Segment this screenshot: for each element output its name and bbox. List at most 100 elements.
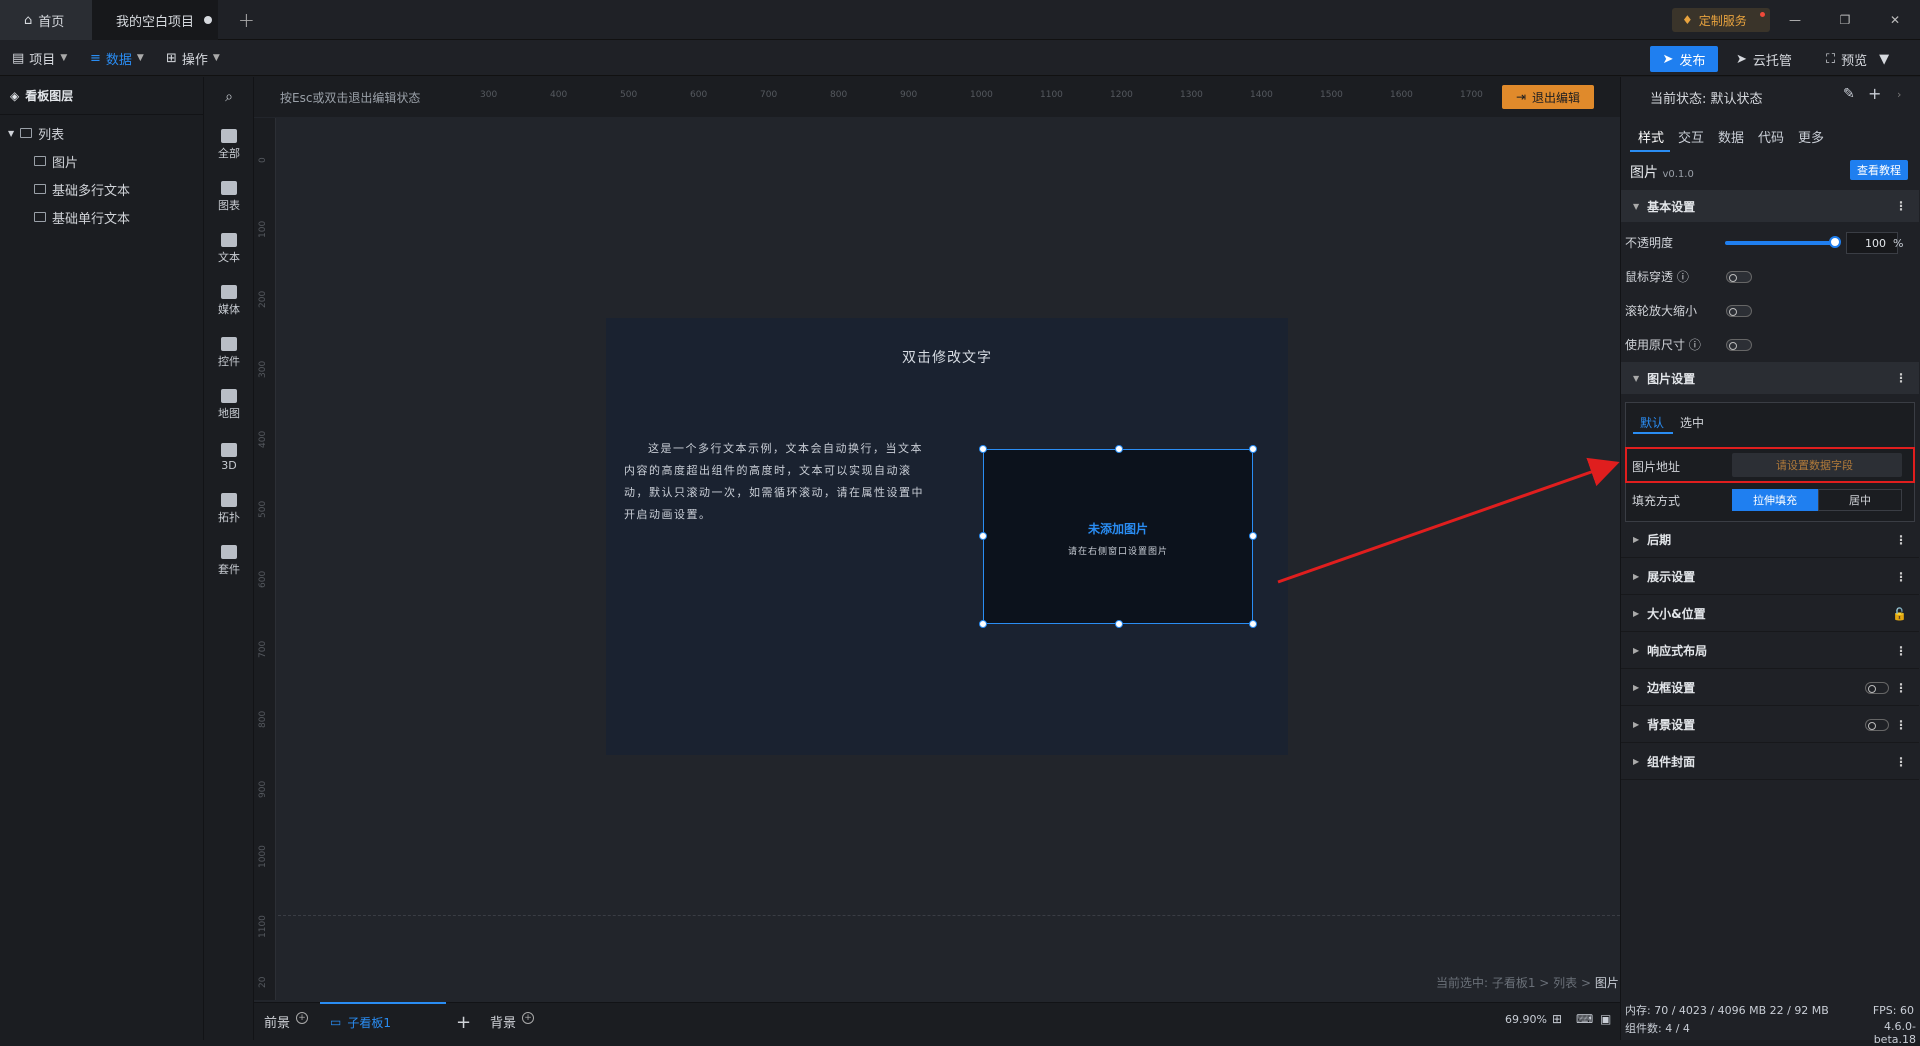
comp-media[interactable]: 媒体 xyxy=(204,277,254,325)
resize-handle[interactable] xyxy=(979,445,987,453)
cloud-hosting-button[interactable]: ➤ 云托管 xyxy=(1736,46,1792,72)
database-icon: ≡ xyxy=(90,50,101,66)
keyboard-icon[interactable]: ⌨ xyxy=(1576,1012,1593,1026)
resize-handle[interactable] xyxy=(1115,620,1123,628)
more-vertical-icon[interactable]: ⋮ xyxy=(1895,371,1907,385)
more-vertical-icon[interactable]: ⋮ xyxy=(1895,199,1907,213)
opacity-slider[interactable] xyxy=(1725,241,1835,245)
edit-icon[interactable]: ✎ xyxy=(1843,86,1855,102)
comp-control[interactable]: 控件 xyxy=(204,329,254,377)
help-icon[interactable]: ⓘ xyxy=(1677,270,1689,284)
resize-handle[interactable] xyxy=(979,620,987,628)
kit-icon xyxy=(221,545,237,559)
multi-line-text[interactable]: 这是一个多行文本示例，文本会自动换行，当文本内容的高度超出组件的高度时，文本可以… xyxy=(624,438,929,526)
add-circle-icon[interactable]: + xyxy=(296,1011,309,1024)
help-icon[interactable]: ⓘ xyxy=(1689,338,1701,352)
chevron-down-icon: ▼ xyxy=(60,53,68,63)
unsaved-dot-icon xyxy=(204,16,213,24)
comp-kit[interactable]: 套件 xyxy=(204,537,254,585)
section-display[interactable]: ▶ 展示设置 ⋮ xyxy=(1621,559,1919,595)
more-vertical-icon[interactable]: ⋮ xyxy=(1895,755,1907,769)
comp-chart[interactable]: 图表 xyxy=(204,173,254,221)
caret-right-icon: ▶ xyxy=(1633,720,1640,729)
chevron-right-icon[interactable]: › xyxy=(1897,88,1901,101)
close-icon[interactable]: ✕ xyxy=(1870,0,1920,40)
tab-style[interactable]: 样式 xyxy=(1638,127,1664,146)
caret-down-icon: ▼ xyxy=(1633,373,1640,383)
resize-handle[interactable] xyxy=(1115,445,1123,453)
menu-project[interactable]: ▤ 项目 ▼ xyxy=(12,48,67,68)
new-tab-button[interactable]: + xyxy=(238,0,255,40)
search-button[interactable]: ⌕ xyxy=(204,77,254,117)
tab-code[interactable]: 代码 xyxy=(1758,127,1784,146)
layer-item-singleline-text[interactable]: 基础单行文本 xyxy=(0,203,203,231)
fill-stretch-button[interactable]: 拉伸填充 xyxy=(1732,489,1818,511)
original-size-toggle[interactable] xyxy=(1726,339,1752,351)
lock-icon[interactable]: 🔓 xyxy=(1892,607,1907,621)
status-version: 4.6.0-beta.18 xyxy=(1873,1020,1916,1046)
zoom-level[interactable]: 69.90% xyxy=(1505,1013,1547,1026)
fit-screen-icon[interactable]: ⊞ xyxy=(1552,1012,1562,1026)
exit-edit-button[interactable]: ⇥ 退出编辑 xyxy=(1502,85,1594,109)
comp-all[interactable]: 全部 xyxy=(204,121,254,169)
terminal-icon[interactable]: ▣ xyxy=(1600,1012,1611,1026)
comp-map[interactable]: 地图 xyxy=(204,381,254,429)
fullscreen-icon: ⛶ xyxy=(1826,51,1836,67)
layer-item-multiline-text[interactable]: 基础多行文本 xyxy=(0,175,203,203)
restore-icon[interactable]: ❐ xyxy=(1820,0,1870,40)
tab-home[interactable]: ⌂ 首页 xyxy=(0,0,92,40)
add-state-icon[interactable]: + xyxy=(1868,84,1881,103)
mouse-through-toggle[interactable] xyxy=(1726,271,1752,283)
menu-operate[interactable]: ⊞ 操作 ▼ xyxy=(166,48,220,68)
add-board-button[interactable]: + xyxy=(456,1012,471,1033)
layer-item-image[interactable]: 图片 xyxy=(0,147,203,175)
minimize-icon[interactable]: — xyxy=(1770,0,1820,40)
custom-service-button[interactable]: ♦ 定制服务 xyxy=(1672,8,1770,32)
section-background[interactable]: ▶ 背景设置 ⋮ xyxy=(1621,707,1919,743)
resize-handle[interactable] xyxy=(1249,445,1257,453)
layer-item-list[interactable]: ▼ 列表 xyxy=(0,119,203,147)
tab-foreground[interactable]: 前景 + xyxy=(264,1011,309,1031)
menu-data[interactable]: ≡ 数据 ▼ xyxy=(90,48,144,68)
tab-project[interactable]: 我的空白项目 xyxy=(92,0,218,40)
more-vertical-icon[interactable]: ⋮ xyxy=(1895,570,1907,584)
more-vertical-icon[interactable]: ⋮ xyxy=(1895,533,1907,547)
section-size-position[interactable]: ▶ 大小&位置 🔓 xyxy=(1621,596,1919,632)
cube-icon xyxy=(221,442,237,457)
chevron-down-icon: ▼ xyxy=(212,53,220,63)
section-post[interactable]: ▶ 后期 ⋮ xyxy=(1621,522,1919,558)
tab-sub-board[interactable]: ▭ 子看板1 xyxy=(320,1002,446,1040)
section-image-settings[interactable]: ▼ 图片设置 ⋮ xyxy=(1621,362,1919,394)
section-basic-settings[interactable]: ▼ 基本设置 ⋮ xyxy=(1621,190,1919,222)
image-empty-title: 未添加图片 xyxy=(1087,522,1148,536)
background-toggle[interactable] xyxy=(1865,718,1889,731)
single-line-text[interactable]: 双击修改文字 xyxy=(606,347,1288,367)
text-icon xyxy=(221,233,237,247)
more-vertical-icon[interactable]: ⋮ xyxy=(1895,644,1907,658)
publish-button[interactable]: ➤ 发布 xyxy=(1650,46,1718,72)
more-vertical-icon[interactable]: ⋮ xyxy=(1895,718,1907,732)
tab-data[interactable]: 数据 xyxy=(1718,127,1744,146)
subtab-default[interactable]: 默认 xyxy=(1640,414,1664,431)
tab-more[interactable]: 更多 xyxy=(1798,127,1824,146)
tab-interaction[interactable]: 交互 xyxy=(1678,127,1704,146)
resize-handle[interactable] xyxy=(1249,620,1257,628)
opacity-input[interactable]: 100 xyxy=(1846,232,1898,254)
comp-3d[interactable]: 3D xyxy=(204,433,254,481)
border-toggle[interactable] xyxy=(1865,681,1889,694)
tab-background[interactable]: 背景 + xyxy=(490,1011,535,1031)
preview-button[interactable]: ⛶ 预览 ▼ xyxy=(1826,46,1889,72)
add-circle-icon[interactable]: + xyxy=(522,1011,535,1024)
subtab-selected[interactable]: 选中 xyxy=(1680,414,1704,431)
more-vertical-icon[interactable]: ⋮ xyxy=(1895,681,1907,695)
fill-center-button[interactable]: 居中 xyxy=(1818,489,1902,511)
comp-topology[interactable]: 拓扑 xyxy=(204,485,254,533)
caret-down-icon: ▼ xyxy=(8,128,15,138)
view-tutorial-button[interactable]: 查看教程 xyxy=(1850,160,1908,180)
section-responsive[interactable]: ▶ 响应式布局 ⋮ xyxy=(1621,633,1919,669)
section-cover[interactable]: ▶ 组件封面 ⋮ xyxy=(1621,744,1919,780)
wheel-zoom-toggle[interactable] xyxy=(1726,305,1752,317)
comp-text[interactable]: 文本 xyxy=(204,225,254,273)
opacity-slider-handle[interactable] xyxy=(1829,236,1841,248)
section-border[interactable]: ▶ 边框设置 ⋮ xyxy=(1621,670,1919,706)
